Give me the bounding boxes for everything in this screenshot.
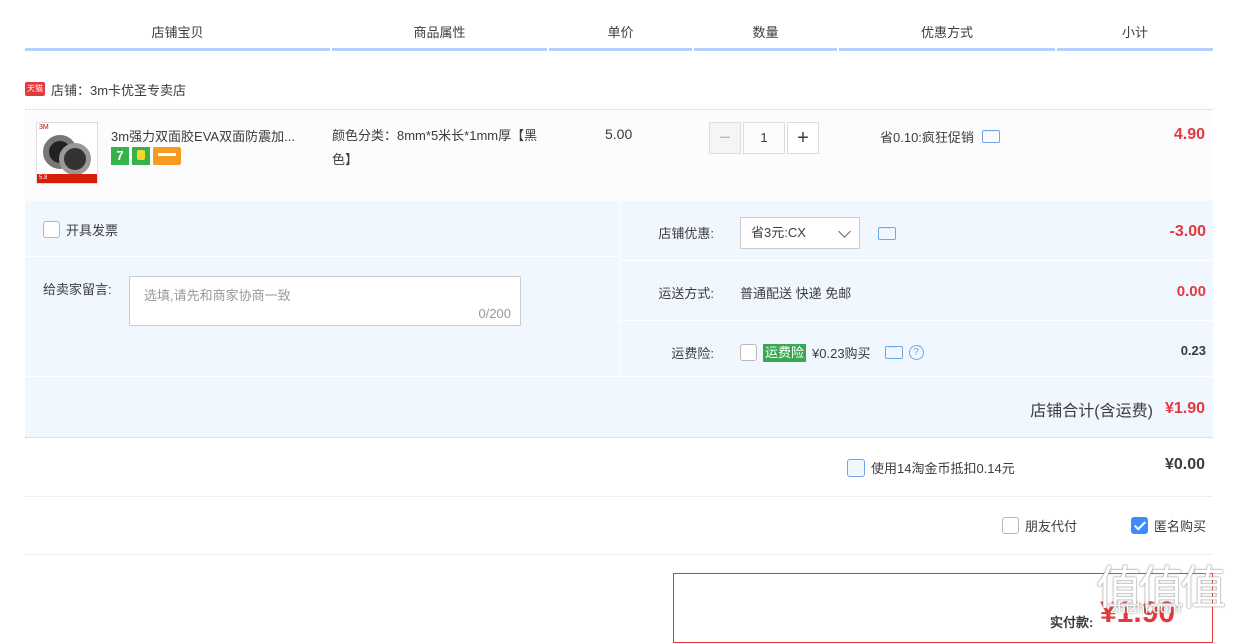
- item-subtotal: 4.90: [1173, 126, 1205, 143]
- divider: [25, 376, 1213, 377]
- shop-total-value: ¥1.90: [1164, 400, 1205, 417]
- divider: [25, 256, 618, 257]
- insurance-checkbox[interactable]: [740, 344, 757, 361]
- chevron-down-icon: [838, 225, 851, 238]
- order-options-panel: 开具发票 给卖家留言: 选填,请先和商家协商一致 0/200 店铺优惠: 省3元…: [25, 201, 1214, 438]
- shipping-row: 运送方式: 普通配送 快递 免邮 0.00: [620, 261, 1214, 321]
- coin-option[interactable]: 使用14淘金币抵扣0.14元: [847, 458, 1015, 477]
- promotion-info: 省0.10:疯狂促销: [880, 126, 1000, 146]
- credit-card-icon[interactable]: [153, 147, 181, 165]
- quantity-decrease-button[interactable]: −: [709, 122, 741, 154]
- insurance-badge: 运费险: [763, 343, 807, 362]
- seller-message-textarea[interactable]: 选填,请先和商家协商一致 0/200: [129, 276, 521, 326]
- shop-discount-label: 店铺优惠:: [658, 226, 714, 241]
- shop-name-link[interactable]: 店铺：3m卡优圣专卖店: [51, 80, 186, 99]
- product-title-link[interactable]: 3m强力双面胶EVA双面防震加...: [111, 126, 323, 145]
- cart-item-row: 3M 5.8 3m强力双面胶EVA双面防震加... 7 颜色分类：8mm*5米长…: [25, 109, 1213, 202]
- coin-amount: ¥0.00: [1164, 456, 1205, 473]
- unit-price: 5.00: [605, 126, 633, 142]
- service-badges: 7: [111, 147, 181, 165]
- friend-pay-label: 朋友代付: [1025, 519, 1078, 534]
- message-placeholder: 选填,请先和商家协商一致: [144, 288, 291, 303]
- payment-options-row: 朋友代付 匿名购买: [25, 497, 1213, 555]
- insurance-row: 运费险: 运费险 ¥0.23购买 ? 0.23: [620, 321, 1214, 380]
- right-options: 店铺优惠: 省3元:CX -3.00 运送方式: 普通配送 快递 免邮 0.00…: [619, 201, 1214, 376]
- coin-deduction-row: 使用14淘金币抵扣0.14元 ¥0.00: [25, 439, 1213, 497]
- friend-pay-checkbox[interactable]: [1002, 517, 1019, 534]
- invoice-option[interactable]: 开具发票: [43, 220, 118, 239]
- insurance-label: 运费险:: [671, 346, 714, 361]
- shop-total-label: 店铺合计(含运费): [1030, 403, 1153, 420]
- tape-roll-image: [59, 143, 91, 175]
- shipping-amount: 0.00: [1176, 283, 1206, 300]
- insurance-shield-icon[interactable]: [132, 147, 150, 165]
- anonymous-purchase-label: 匿名购买: [1154, 519, 1207, 534]
- col-header-promotion: 优惠方式: [839, 24, 1055, 51]
- promotion-text: 省0.10:疯狂促销: [880, 130, 974, 145]
- quantity-input[interactable]: 1: [743, 122, 785, 154]
- help-icon[interactable]: ?: [908, 345, 924, 360]
- shop-header: 天猫 店铺：3m卡优圣专卖店: [25, 80, 186, 98]
- payment-label: 实付款:: [1050, 615, 1094, 630]
- col-header-item: 店铺宝贝: [25, 24, 330, 51]
- coin-label: 使用14淘金币抵扣0.14元: [871, 461, 1015, 476]
- left-options: 开具发票 给卖家留言: 选填,请先和商家协商一致 0/200: [25, 201, 618, 376]
- col-header-attributes: 商品属性: [332, 24, 547, 51]
- col-header-quantity: 数量: [694, 24, 837, 51]
- shop-discount-select[interactable]: 省3元:CX: [740, 217, 860, 249]
- message-char-count: 0/200: [478, 306, 511, 321]
- invoice-checkbox[interactable]: [43, 221, 60, 238]
- friend-pay-option[interactable]: 朋友代付: [1002, 516, 1077, 535]
- insurance-option: 运费险 ¥0.23购买 ?: [740, 342, 924, 362]
- column-header-row: 店铺宝贝 商品属性 单价 数量 优惠方式 小计: [25, 24, 1213, 51]
- message-label: 给卖家留言:: [43, 282, 112, 297]
- coin-checkbox[interactable]: [847, 458, 865, 477]
- insurance-amount: 0.23: [1180, 343, 1206, 358]
- product-attributes: 颜色分类：8mm*5米长*1mm厚【黑色】: [332, 128, 538, 167]
- col-header-price: 单价: [549, 24, 692, 51]
- shipping-method: 普通配送 快递 免邮: [740, 286, 852, 301]
- col-header-subtotal: 小计: [1057, 24, 1213, 51]
- thumbnail-brand: 3M: [37, 123, 97, 132]
- shipping-label: 运送方式:: [658, 286, 714, 301]
- anonymous-purchase-checkbox[interactable]: [1131, 517, 1148, 534]
- thumbnail-price-tag: 5.8: [37, 174, 97, 183]
- product-thumbnail[interactable]: 3M 5.8: [36, 122, 98, 184]
- invoice-label: 开具发票: [66, 223, 119, 238]
- anonymous-purchase-option[interactable]: 匿名购买: [1131, 516, 1206, 535]
- quantity-stepper: − 1 +: [709, 122, 819, 154]
- shop-total: 店铺合计(含运费) ¥1.90: [1030, 397, 1205, 421]
- chat-bubble-icon[interactable]: [878, 223, 896, 240]
- chat-bubble-icon[interactable]: [981, 126, 1000, 143]
- tmall-icon: 天猫: [25, 82, 45, 96]
- shop-discount-amount: -3.00: [1169, 223, 1206, 240]
- watermark-site: zhizhi.com: [1110, 600, 1181, 617]
- chat-bubble-icon[interactable]: [884, 342, 903, 359]
- seven-day-return-icon[interactable]: 7: [111, 147, 129, 165]
- insurance-price: ¥0.23购买: [812, 346, 871, 361]
- shop-discount-value: 省3元:CX: [751, 225, 806, 240]
- quantity-increase-button[interactable]: +: [787, 122, 819, 154]
- shop-discount-row: 店铺优惠: 省3元:CX -3.00: [620, 201, 1214, 261]
